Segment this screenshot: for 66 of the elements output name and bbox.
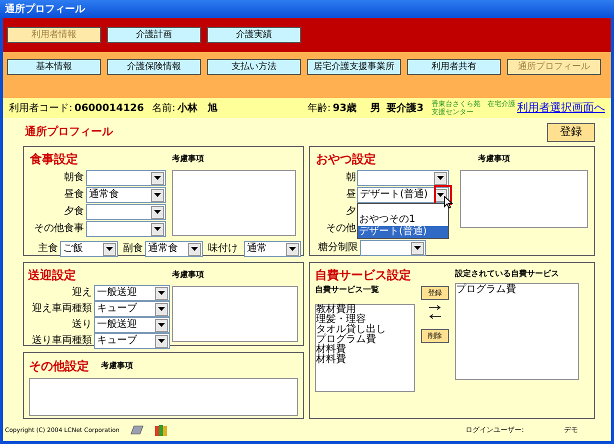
notes-label: 考慮事項 — [478, 153, 510, 165]
section-title: その他設定 — [29, 358, 89, 375]
notes-label: 考慮事項 — [172, 269, 204, 281]
nav-tab[interactable]: 利用者共有 — [407, 59, 501, 75]
register-button[interactable]: 登録 — [547, 122, 595, 142]
page-title: 通所プロフィール — [25, 124, 113, 140]
list-item[interactable]: 理髪・理容 — [316, 315, 414, 325]
code-label: 利用者コード: — [9, 102, 72, 116]
dropdown-field[interactable]: 通常 — [244, 241, 301, 257]
field-label: その他食事 — [33, 224, 84, 234]
age-label: 年齢: — [307, 102, 331, 116]
window-title: 通所プロフィール — [5, 2, 85, 16]
dropdown-field[interactable]: 一般送迎 — [94, 317, 170, 333]
field-label: 味付け — [208, 244, 238, 254]
section-title: 送迎設定 — [28, 267, 76, 284]
section-title: おやつ設定 — [316, 151, 376, 168]
field-label: 送り車両種類 — [31, 336, 92, 346]
dropdown-field[interactable]: 通常食 — [145, 241, 203, 257]
list-item[interactable]: 材料費 — [316, 355, 414, 365]
field-label: 夕食 — [63, 207, 84, 217]
dropdown-field[interactable]: 一般送迎 — [94, 285, 170, 301]
list-label: 設定されている自費サービス — [455, 268, 560, 280]
user-sex: 男 — [370, 102, 381, 116]
list-item[interactable]: プログラム費 — [316, 335, 414, 345]
nav-tab[interactable]: 基本情報 — [7, 59, 101, 75]
user-name: 小林 旭 — [177, 102, 218, 116]
nav-tab[interactable]: 介護計画 — [107, 27, 201, 43]
care-level: 要介護3 — [386, 102, 424, 116]
nav-tab[interactable]: 支払い方法 — [207, 59, 301, 75]
user-select-link[interactable]: 利用者選択画面へ — [517, 100, 605, 116]
section-title: 自費サービス設定 — [315, 267, 412, 284]
field-label: 迎え車両種類 — [31, 304, 92, 314]
field-label: 送り — [71, 320, 92, 330]
field-label: 迎え — [71, 288, 92, 298]
field-label: その他 — [325, 224, 356, 234]
name-label: 名前: — [152, 102, 176, 116]
field-label: 主食 — [38, 244, 58, 254]
dropdown-field[interactable]: キューブ — [94, 333, 170, 349]
list-item[interactable]: タオル貸し出し — [316, 325, 414, 335]
field-label: 糖分制限 — [318, 243, 358, 253]
user-age: 93歳 — [332, 102, 357, 116]
notes-label: 考慮事項 — [101, 360, 133, 372]
list-label: 自費サービス一覧 — [315, 284, 380, 296]
assigned-list[interactable]: プログラム費 — [455, 283, 579, 380]
list-item[interactable]: 教材費用 — [316, 305, 414, 315]
dropdown-field[interactable]: デザート(普通) — [357, 187, 449, 203]
field-label: 副食 — [123, 244, 143, 254]
notes-label: 考慮事項 — [172, 153, 204, 165]
dropdown-field[interactable]: キューブ — [94, 301, 170, 317]
list-item[interactable]: プログラム費 — [456, 284, 578, 295]
field-label: 朝 — [345, 173, 356, 183]
user-code: 0600014126 — [74, 102, 144, 116]
nav-tab[interactable]: 介護保険情報 — [107, 59, 201, 75]
service-list[interactable]: 教材費用 理髪・理容 タオル貸し出し プログラム費 材料費 材料費 — [315, 304, 415, 392]
nav-tab[interactable]: 介護実績 — [207, 27, 301, 43]
dropdown-field[interactable]: 通常食 — [86, 187, 166, 203]
dropdown-option[interactable]: デザート(普通) — [358, 226, 448, 238]
list-item[interactable]: 材料費 — [316, 345, 414, 355]
field-label: 夕 — [345, 207, 356, 217]
dropdown-option[interactable]: おやつその1 — [358, 214, 448, 226]
field-label: 朝食 — [63, 173, 84, 183]
nav-tab[interactable]: 居宅介護支援事業所 — [307, 59, 401, 75]
field-label: 昼 — [345, 190, 356, 200]
section-title: 食事設定 — [30, 151, 78, 168]
field-label: 昼食 — [63, 190, 84, 200]
dropdown-field[interactable]: ご飯 — [60, 241, 118, 257]
